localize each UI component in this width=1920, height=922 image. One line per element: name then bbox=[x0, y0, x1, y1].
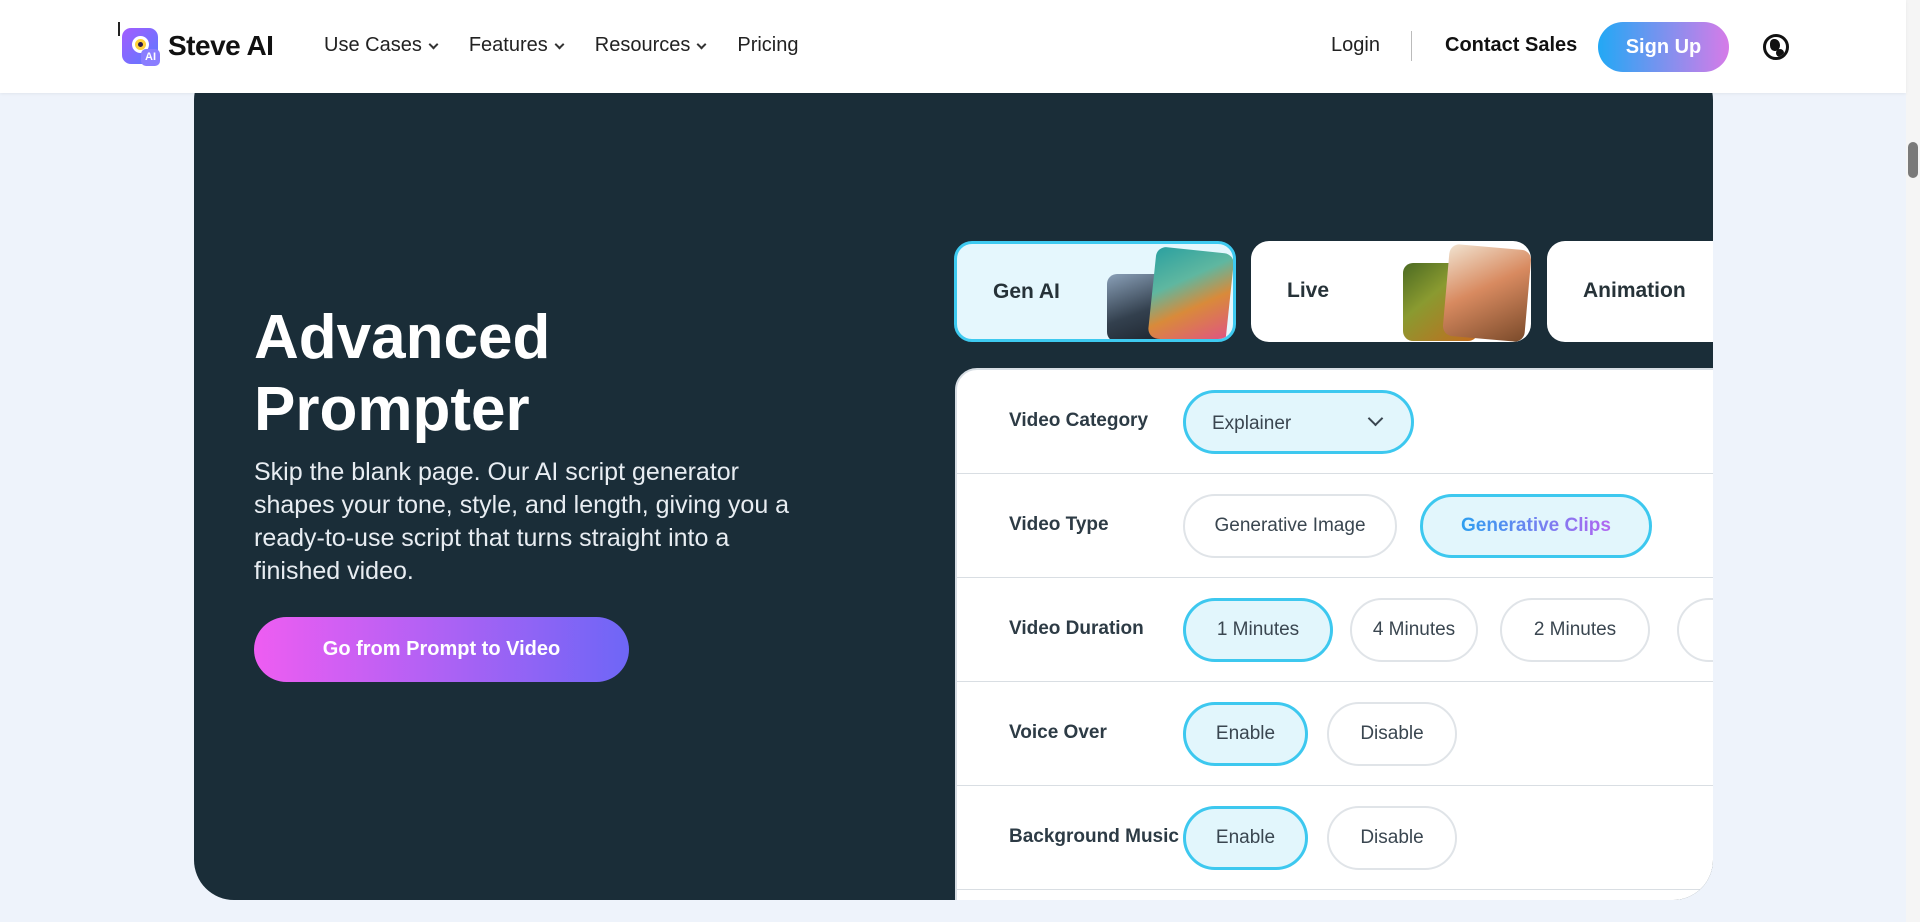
menu-item-features[interactable]: Features bbox=[468, 34, 565, 57]
option-label: Enable bbox=[1215, 827, 1276, 848]
background-music-disable-option[interactable]: Disable bbox=[1327, 806, 1457, 870]
page-scrollbar-thumb[interactable] bbox=[1908, 142, 1918, 178]
contact-sales-link[interactable]: Contact Sales bbox=[1445, 34, 1577, 57]
top-navbar: AI Steve AI Use Cases Features Resources… bbox=[0, 0, 1906, 93]
hero-title: Advanced Prompter bbox=[254, 303, 551, 444]
generative-clips-option[interactable]: Generative Clips bbox=[1420, 494, 1652, 558]
option-label: Generative Clips bbox=[1461, 515, 1611, 536]
menu-item-resources[interactable]: Resources bbox=[594, 34, 707, 57]
chevron-down-icon bbox=[696, 39, 707, 49]
logo-badge: AI bbox=[141, 49, 160, 66]
nav-divider bbox=[1411, 31, 1412, 61]
login-link[interactable]: Login bbox=[1331, 34, 1380, 57]
option-label: Disable bbox=[1360, 723, 1424, 744]
main-menu: Use Cases Features Resources Pricing bbox=[324, 34, 831, 57]
video-category-value: Explainer bbox=[1212, 413, 1292, 434]
generative-image-option[interactable]: Generative Image bbox=[1183, 494, 1397, 558]
tab-gen-ai[interactable]: Gen AI bbox=[954, 241, 1236, 342]
globe-icon[interactable] bbox=[1763, 34, 1789, 60]
option-label: 2 Minutes bbox=[1533, 619, 1617, 640]
tab-label: Gen AI bbox=[993, 280, 1060, 303]
menu-item-pricing[interactable]: Pricing bbox=[737, 34, 798, 57]
video-category-label: Video Category bbox=[1009, 410, 1149, 431]
option-row-voice-over: Voice Over Enable Disable bbox=[957, 682, 1713, 786]
menu-item-label: Use Cases bbox=[324, 34, 422, 56]
logo-text: Steve AI bbox=[168, 30, 274, 61]
video-category-select[interactable]: Explainer bbox=[1183, 390, 1414, 454]
chevron-down-icon bbox=[1367, 410, 1384, 427]
hero-description: Skip the blank page. Our AI script gener… bbox=[254, 458, 790, 585]
logo-mark-icon: AI bbox=[118, 22, 162, 68]
video-duration-label: Video Duration bbox=[1009, 618, 1144, 639]
cat-thumbnail bbox=[1147, 246, 1233, 339]
video-options-panel: Video Category Explainer Video Type Gene… bbox=[955, 368, 1713, 900]
voice-over-label: Voice Over bbox=[1009, 722, 1107, 743]
option-label: 1 Minutes bbox=[1216, 619, 1300, 640]
menu-item-label: Pricing bbox=[737, 34, 799, 56]
duration-more-option[interactable] bbox=[1677, 598, 1713, 662]
option-label: Enable bbox=[1215, 723, 1276, 744]
menu-item-label: Resources bbox=[594, 34, 691, 56]
option-row-background-music: Background Music Enable Disable bbox=[957, 786, 1713, 890]
duration-1-minutes-option[interactable]: 1 Minutes bbox=[1183, 598, 1333, 662]
people-thumbnail bbox=[1442, 243, 1531, 342]
background-music-label: Background Music bbox=[1009, 826, 1179, 847]
sign-up-button[interactable]: Sign Up bbox=[1598, 22, 1729, 72]
prompt-to-video-button[interactable]: Go from Prompt to Video bbox=[254, 617, 629, 682]
background-music-enable-option[interactable]: Enable bbox=[1183, 806, 1308, 870]
tab-live[interactable]: Live bbox=[1251, 241, 1531, 342]
option-row-video-category: Video Category Explainer bbox=[957, 370, 1713, 474]
tab-animation[interactable]: Animation bbox=[1547, 241, 1713, 342]
option-row-video-type: Video Type Generative Image Generative C… bbox=[957, 474, 1713, 578]
tab-label: Animation bbox=[1583, 279, 1686, 302]
voice-over-enable-option[interactable]: Enable bbox=[1183, 702, 1308, 766]
video-type-label: Video Type bbox=[1009, 514, 1109, 535]
logo[interactable]: AI Steve AI bbox=[118, 22, 274, 68]
option-label: 4 Minutes bbox=[1372, 619, 1456, 640]
menu-item-label: Features bbox=[468, 34, 548, 56]
chevron-down-icon bbox=[428, 39, 439, 49]
option-row-video-duration: Video Duration 1 Minutes 4 Minutes 2 Min… bbox=[957, 578, 1713, 682]
page-scrollbar-track[interactable] bbox=[1906, 0, 1920, 922]
option-label: Generative Image bbox=[1214, 515, 1366, 536]
tab-label: Live bbox=[1287, 279, 1330, 302]
voice-over-disable-option[interactable]: Disable bbox=[1327, 702, 1457, 766]
duration-2-minutes-option[interactable]: 2 Minutes bbox=[1500, 598, 1650, 662]
menu-item-use-cases[interactable]: Use Cases bbox=[324, 34, 439, 57]
option-label: Disable bbox=[1360, 827, 1424, 848]
advanced-prompter-card: Advanced Prompter Skip the blank page. O… bbox=[194, 60, 1713, 900]
chevron-down-icon bbox=[554, 39, 565, 49]
duration-4-minutes-option[interactable]: 4 Minutes bbox=[1350, 598, 1478, 662]
